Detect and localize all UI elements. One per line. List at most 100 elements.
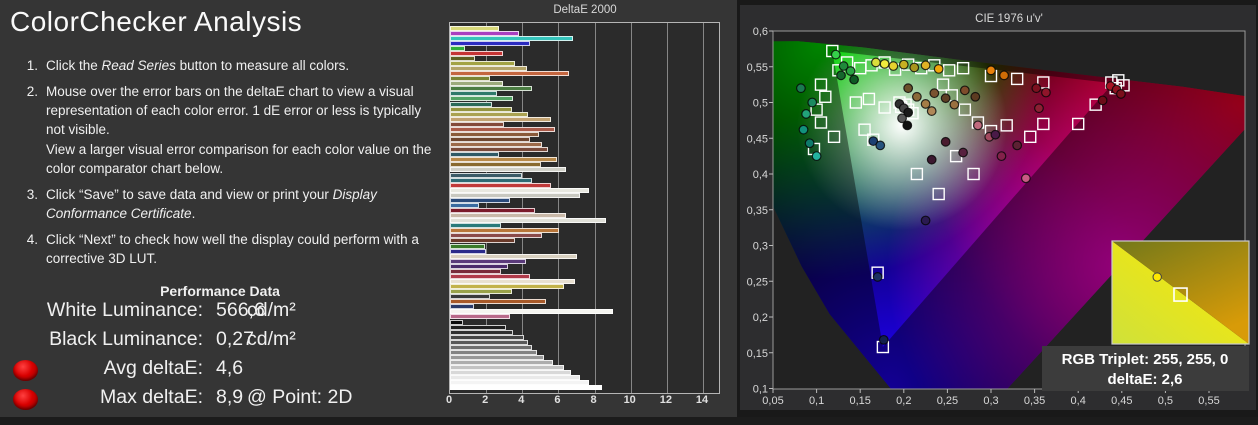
instruction-text: Mouse over the error bars on the deltaE … [46, 82, 434, 178]
measured-point[interactable] [1013, 141, 1022, 150]
x-axis-tick-label: 8 [581, 394, 607, 406]
axis-tick-label: 0,2 [896, 395, 911, 407]
measured-point[interactable] [903, 121, 912, 130]
instruction-number: 2. [14, 82, 38, 178]
measured-point[interactable] [961, 86, 970, 95]
cie-chart-title: CIE 1976 u'v' [975, 13, 1043, 25]
measured-point[interactable] [927, 107, 936, 116]
measured-point[interactable] [913, 92, 922, 101]
measured-point[interactable] [971, 92, 980, 101]
performance-rows: White Luminance:566,6cd/m²Black Luminanc… [0, 299, 440, 415]
instruction-number: 1. [14, 56, 38, 75]
metric-extra: cd/m² [247, 299, 296, 322]
axis-tick-label: 0,55 [747, 62, 768, 74]
instruction-text: Click “Next” to check how well the displ… [46, 230, 434, 268]
measured-point[interactable] [921, 216, 930, 225]
measured-point[interactable] [873, 273, 882, 282]
measured-point[interactable] [805, 139, 814, 148]
measured-point[interactable] [930, 89, 939, 98]
measured-point[interactable] [880, 60, 889, 69]
instruction-text: Click “Save” to save data and view or pr… [46, 185, 434, 223]
axis-tick-label: 0,1 [809, 395, 824, 407]
measured-point[interactable] [872, 58, 881, 67]
cie-chart-panel: CIE 1976 u'v' 0,60,550,50,450,40,350,30,… [740, 5, 1256, 410]
metric-label: Avg deltaE: [0, 357, 203, 380]
measured-point[interactable] [950, 100, 959, 109]
gridline [595, 23, 596, 393]
measured-point[interactable] [1098, 96, 1107, 105]
measured-point[interactable] [850, 75, 859, 84]
x-axis-tick-label: 10 [617, 394, 643, 406]
performance-row: Avg deltaE: 4,6 [0, 357, 440, 386]
left-panel: ColorChecker Analysis 1. Click the Read S… [0, 0, 440, 417]
x-axis-tick-label: 0 [436, 394, 462, 406]
metric-label: White Luminance: [0, 299, 203, 322]
x-axis-tick-label: 6 [544, 394, 570, 406]
gridline [667, 23, 668, 393]
color-error-inset [1112, 241, 1249, 344]
metric-label: Black Luminance: [0, 328, 203, 351]
measured-point[interactable] [831, 50, 840, 59]
performance-row: Black Luminance:0,27cd/m² [0, 328, 440, 357]
measured-point[interactable] [879, 336, 888, 345]
instruction-text: Click the Read Series button to measure … [46, 56, 434, 75]
gridline [558, 23, 559, 393]
measured-point[interactable] [900, 60, 909, 69]
instruction-item: 3.Click “Save” to save data and view or … [14, 185, 434, 223]
measured-point[interactable] [991, 130, 1000, 139]
axis-tick-label: 0,55 [1198, 395, 1219, 407]
inset-readout: RGB Triplet: 255, 255, 0 deltaE: 2,6 [1042, 346, 1249, 391]
measured-point[interactable] [1032, 84, 1041, 93]
axis-tick-label: 0,05 [762, 395, 783, 407]
x-axis-tick-label: 4 [508, 394, 534, 406]
performance-header: Performance Data [0, 283, 440, 299]
metric-value: 8,9 [216, 386, 243, 409]
measured-point[interactable] [941, 138, 950, 147]
x-axis-tick-label: 12 [653, 394, 679, 406]
delta-e-plot [449, 22, 720, 394]
delta-e-chart-title: DeltaE 2000 [440, 4, 730, 16]
metric-extra: @ Point: 2D [247, 386, 352, 409]
measured-point[interactable] [846, 67, 855, 76]
measured-point[interactable] [921, 61, 930, 70]
axis-tick-label: 0,15 [849, 395, 870, 407]
measured-point[interactable] [910, 63, 919, 72]
measured-point[interactable] [921, 100, 930, 109]
measured-point[interactable] [889, 62, 898, 71]
rgb-triplet-text: RGB Triplet: 255, 255, 0 [1062, 351, 1229, 368]
measured-point[interactable] [927, 155, 936, 164]
measured-point[interactable] [904, 84, 913, 93]
measured-point[interactable] [941, 94, 950, 103]
measured-point[interactable] [802, 110, 811, 119]
axis-tick-label: 0,45 [747, 133, 768, 145]
measured-point[interactable] [876, 141, 885, 150]
page-title: ColorChecker Analysis [10, 6, 302, 38]
measured-point[interactable] [797, 84, 806, 93]
measured-point[interactable] [959, 148, 968, 157]
instruction-item: 4.Click “Next” to check how well the dis… [14, 230, 434, 268]
measured-point[interactable] [837, 71, 846, 80]
measured-point[interactable] [808, 98, 817, 107]
measured-point[interactable] [812, 152, 821, 161]
axis-tick-label: 0,35 [1024, 395, 1045, 407]
measured-point[interactable] [1035, 104, 1044, 113]
measured-point[interactable] [987, 66, 996, 75]
metric-extra: cd/m² [247, 328, 296, 351]
measured-point[interactable] [974, 121, 983, 130]
measured-point[interactable] [1042, 88, 1051, 97]
measured-point[interactable] [799, 125, 808, 134]
axis-tick-label: 0,1 [753, 384, 768, 396]
metric-value: 4,6 [216, 357, 243, 380]
instructions-list: 1. Click the Read Series button to measur… [14, 56, 434, 276]
x-axis-tick-label: 14 [689, 394, 715, 406]
delta-e-bar[interactable] [450, 385, 602, 390]
measured-point[interactable] [997, 152, 1006, 161]
measured-point[interactable] [934, 65, 943, 74]
instruction-item: 2.Mouse over the error bars on the delta… [14, 82, 434, 178]
measured-point[interactable] [1000, 71, 1009, 80]
performance-data: Performance Data White Luminance:566,6cd… [0, 283, 440, 415]
axis-tick-label: 0,35 [747, 205, 768, 217]
measured-point[interactable] [1022, 174, 1031, 183]
measured-point[interactable] [1117, 90, 1126, 99]
inset-measured-dot [1153, 273, 1161, 281]
